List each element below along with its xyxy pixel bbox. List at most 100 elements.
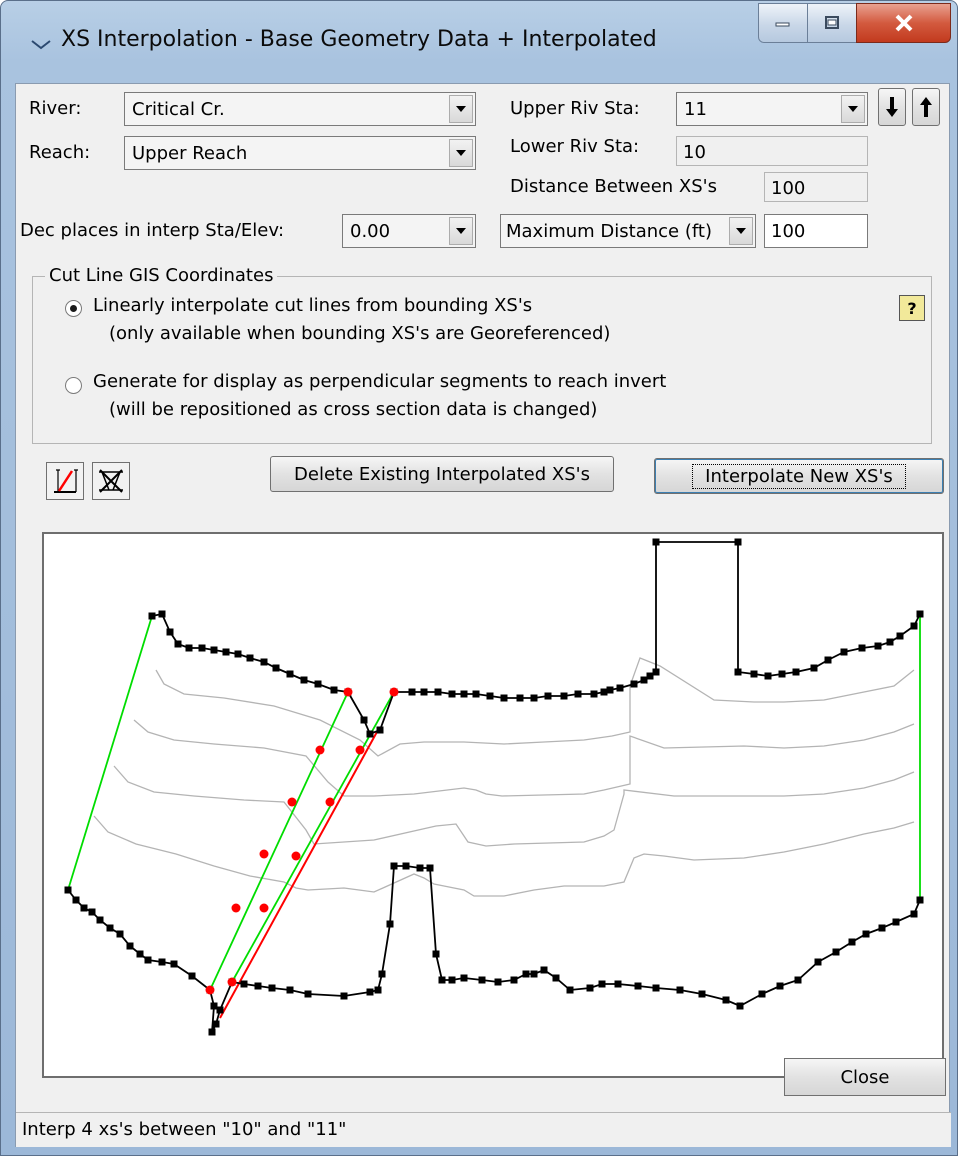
next-station-down-button[interactable] [878, 88, 906, 126]
lower-riv-sta-field: 10 [676, 136, 868, 166]
xs-point-marker [736, 1002, 744, 1010]
xs-point-marker [516, 694, 524, 702]
maximize-button[interactable] [807, 3, 857, 43]
max-distance-select[interactable]: Maximum Distance (ft) [500, 214, 756, 248]
xs-point-marker [776, 982, 784, 990]
xs-point-marker [378, 970, 386, 978]
xs-point-marker [916, 896, 924, 904]
xs-point-marker [840, 648, 848, 656]
perpendicular-segments-radio[interactable] [65, 377, 82, 394]
xs-point-marker [448, 690, 456, 698]
river-select[interactable]: Critical Cr. [124, 92, 476, 126]
xs-point-marker [698, 990, 706, 998]
xs-point-marker [614, 980, 622, 988]
xs-point-marker [858, 644, 866, 652]
xs-point-marker [144, 956, 152, 964]
xs-point-marker [500, 694, 508, 702]
xs-point-marker [116, 930, 124, 938]
xs-point-marker [722, 996, 730, 1004]
xs-point-marker [210, 1002, 218, 1010]
bank-station-marker [205, 985, 215, 995]
bank-station-marker [287, 797, 297, 807]
xs-point-marker [676, 986, 684, 994]
xs-point-marker [778, 670, 786, 678]
xs-point-marker [758, 990, 766, 998]
bank-station-marker [259, 849, 269, 859]
max-distance-input[interactable]: 100 [764, 214, 868, 248]
xs-point-marker [478, 976, 486, 984]
xs-point-marker [126, 942, 134, 950]
xs-point-marker [366, 988, 374, 996]
xs-point-marker [212, 1020, 220, 1028]
cross-section-plot-canvas[interactable] [44, 534, 942, 1076]
chevron-down-icon[interactable] [841, 95, 865, 123]
xs-point-marker [530, 970, 538, 978]
xs-point-marker [494, 978, 502, 986]
close-window-button[interactable] [856, 3, 951, 43]
chevron-down-icon[interactable] [449, 95, 473, 123]
upper-riv-sta-select[interactable]: 11 [676, 92, 868, 126]
lower-riv-sta-value: 10 [683, 142, 706, 163]
xs-point-marker [652, 538, 660, 546]
upper-riv-sta-value: 11 [684, 99, 707, 120]
linear-interpolate-radio[interactable] [65, 300, 82, 317]
xs-point-marker [96, 916, 104, 924]
xs-point-marker [438, 976, 446, 984]
help-button[interactable]: ? [899, 295, 925, 321]
bank-station-marker [325, 797, 335, 807]
xs-point-marker [198, 644, 206, 652]
dec-places-select[interactable]: 0.00 [342, 214, 476, 248]
xs-point-marker [586, 984, 594, 992]
xs-point-marker [750, 670, 758, 678]
xs-point-marker [646, 672, 654, 680]
xs-point-marker [794, 976, 802, 984]
interpolate-button-label: Interpolate New XS's [692, 463, 906, 489]
minimize-button[interactable] [758, 3, 808, 43]
delete-lines-tool-button[interactable] [92, 462, 130, 500]
xs-point-marker [366, 730, 374, 738]
delete-interpolated-button[interactable]: Delete Existing Interpolated XS's [270, 456, 614, 492]
xs-point-marker [590, 690, 598, 698]
xs-point-marker [448, 976, 456, 984]
draw-line-tool-button[interactable] [46, 462, 84, 500]
xs-point-marker [210, 646, 218, 654]
xs-point-marker [88, 908, 96, 916]
bank-station-marker [291, 851, 301, 861]
xs-point-marker [426, 864, 434, 872]
option2-text[interactable]: Generate for display as perpendicular se… [93, 371, 666, 392]
close-button[interactable]: Close [784, 1058, 946, 1096]
xs-point-marker [832, 948, 840, 956]
xs-point-marker [792, 668, 800, 676]
chevron-down-icon[interactable] [449, 217, 473, 245]
minimize-icon [775, 22, 790, 27]
xs-point-marker [148, 612, 156, 620]
window-menu-icon[interactable] [31, 35, 51, 56]
dialog-body: River: Critical Cr. Upper Riv Sta: 11 Re… [15, 83, 951, 1147]
xs-point-marker [376, 726, 384, 734]
xs-point-marker [300, 676, 308, 684]
xs-point-marker [80, 904, 88, 912]
xs-point-marker [216, 1006, 224, 1014]
xs-point-marker [268, 984, 276, 992]
xs-point-marker [522, 970, 530, 978]
xs-point-marker [390, 862, 398, 870]
option1-text[interactable]: Linearly interpolate cut lines from boun… [93, 295, 532, 316]
xs-point-marker [234, 650, 242, 658]
distance-value: 100 [771, 178, 806, 199]
interpolated-xs-line [113, 765, 915, 847]
interpolated-xs-line [155, 657, 915, 757]
chevron-down-icon[interactable] [729, 217, 753, 245]
interpolate-button[interactable]: Interpolate New XS's [654, 458, 944, 494]
title-bar[interactable]: XS Interpolation - Base Geometry Data + … [1, 1, 957, 83]
xs-point-marker [246, 654, 254, 662]
xs-point-marker [254, 982, 262, 990]
cross-section-plot[interactable] [42, 532, 944, 1078]
xs-point-marker [734, 668, 742, 676]
xs-point-marker [330, 686, 338, 694]
xs-point-marker [72, 896, 80, 904]
reach-select[interactable]: Upper Reach [124, 136, 476, 170]
next-station-up-button[interactable] [912, 88, 940, 126]
option2-note: (will be repositioned as cross section d… [109, 399, 598, 420]
chevron-down-icon[interactable] [449, 139, 473, 167]
interpolated-xs-line [133, 719, 915, 797]
